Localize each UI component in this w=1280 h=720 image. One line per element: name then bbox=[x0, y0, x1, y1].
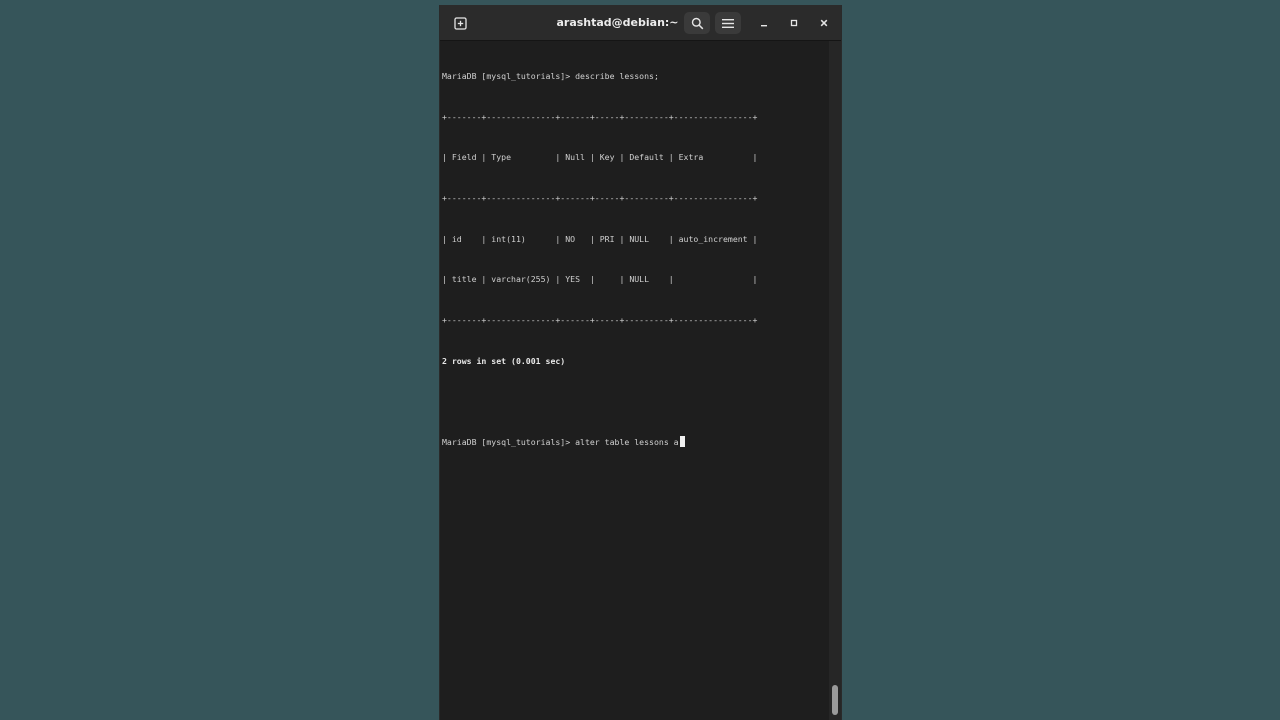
close-button[interactable] bbox=[812, 12, 836, 34]
result-summary: 2 rows in set (0.001 sec) bbox=[442, 355, 566, 366]
new-tab-icon bbox=[453, 16, 467, 30]
minimize-button[interactable] bbox=[752, 12, 776, 34]
minimize-icon bbox=[761, 25, 767, 27]
window-title: arashtad@debian:~ bbox=[556, 16, 679, 29]
search-icon bbox=[691, 17, 703, 29]
main-menu-button[interactable] bbox=[715, 12, 741, 34]
maximize-button[interactable] bbox=[782, 12, 806, 34]
terminal-output[interactable]: MariaDB [mysql_tutorials]> describe less… bbox=[442, 43, 828, 715]
table-row-line: | id | int(11) | NO | PRI | NULL | auto_… bbox=[442, 233, 758, 244]
terminal-line-input[interactable]: MariaDB [mysql_tutorials]> alter table l… bbox=[442, 435, 828, 450]
current-input[interactable]: alter table lessons a bbox=[575, 437, 679, 447]
table-border-line: +-------+--------------+------+-----+---… bbox=[442, 193, 758, 204]
terminal-line-command: MariaDB [mysql_tutorials]> describe less… bbox=[442, 70, 828, 84]
terminal-window: arashtad@debian:~ MariaDB [mysql_tutoria… bbox=[439, 5, 842, 720]
prompt: MariaDB [mysql_tutorials]> bbox=[442, 436, 576, 447]
table-border-line: +-------+--------------+------+-----+---… bbox=[442, 111, 758, 122]
title-bar: arashtad@debian:~ bbox=[440, 5, 841, 41]
hamburger-menu-icon bbox=[722, 18, 734, 28]
table-border-line: +-------+--------------+------+-----+---… bbox=[442, 314, 758, 325]
table-row-line: | title | varchar(255) | YES | | NULL | … bbox=[442, 274, 758, 285]
table-header-line: | Field | Type | Null | Key | Default | … bbox=[442, 152, 758, 163]
vertical-scrollbar[interactable] bbox=[829, 41, 841, 720]
text-cursor bbox=[679, 435, 685, 447]
maximize-icon bbox=[790, 19, 798, 27]
close-icon bbox=[820, 19, 828, 27]
command-text: describe lessons; bbox=[575, 71, 659, 82]
search-button[interactable] bbox=[684, 12, 710, 34]
prompt: MariaDB [mysql_tutorials]> bbox=[442, 71, 576, 82]
new-tab-button[interactable] bbox=[448, 12, 472, 34]
scrollbar-thumb[interactable] bbox=[832, 685, 838, 715]
